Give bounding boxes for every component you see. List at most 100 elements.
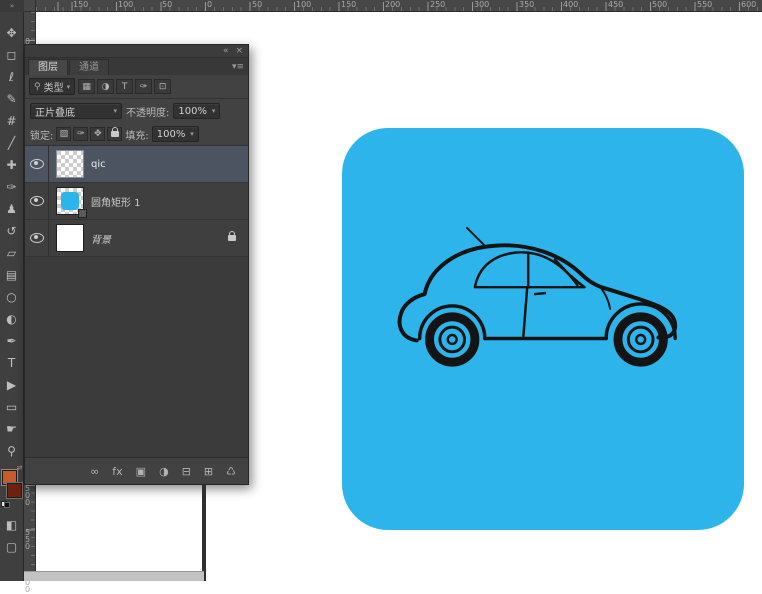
filter-icons: ▦◑T✑⊡ — [78, 79, 171, 94]
filter-adjustment-layers-icon[interactable]: ◑ — [97, 79, 114, 94]
quick-selection-tool[interactable]: ✎ — [1, 88, 23, 110]
visibility-toggle[interactable] — [25, 220, 49, 256]
crop-tool[interactable]: # — [1, 110, 23, 132]
eye-icon — [30, 159, 44, 169]
lock-all-button[interactable] — [107, 127, 122, 141]
blur-tool[interactable]: ○ — [1, 286, 23, 308]
ruler-label: 350 — [517, 0, 534, 9]
ruler-label: 150 — [71, 0, 88, 9]
eye-icon — [30, 233, 44, 243]
lock-position-button[interactable]: ✥ — [90, 127, 105, 141]
rectangular-marquee-tool[interactable]: ◻ — [1, 44, 23, 66]
lasso-tool[interactable]: ℓ — [1, 66, 23, 88]
horizontal-type-tool[interactable]: T — [1, 352, 23, 374]
background-lock-icon — [228, 233, 236, 244]
spot-healing-brush-tool[interactable]: ✚ — [1, 154, 23, 176]
eye-icon — [30, 196, 44, 206]
clone-stamp-tool[interactable]: ♟ — [1, 198, 23, 220]
pen-tool[interactable]: ✒ — [1, 330, 23, 352]
toolbar-header: » — [0, 0, 24, 12]
fill-dropdown[interactable]: 100% ▾ — [152, 126, 199, 142]
layer-thumbnail[interactable] — [56, 150, 84, 178]
blend-mode-dropdown[interactable]: 正片叠底 ▾ — [30, 103, 122, 119]
visibility-toggle[interactable] — [25, 146, 49, 182]
blend-row: 正片叠底 ▾ 不透明度: 100% ▾ — [25, 99, 248, 123]
layer-row-rounded-rectangle[interactable]: 圆角矩形 1 — [25, 183, 248, 220]
layer-name: 圆角矩形 1 — [91, 194, 141, 209]
door-handle — [535, 293, 545, 294]
dodge-tool[interactable]: ◐ — [1, 308, 23, 330]
history-brush-tool[interactable]: ↺ — [1, 220, 23, 242]
ruler-label: 450 — [606, 0, 623, 9]
tab-layers[interactable]: 图层 — [28, 59, 68, 75]
new-layer-button[interactable]: ⊞ — [204, 466, 213, 477]
ruler-label: 200 — [383, 0, 400, 9]
opacity-label: 不透明度: — [126, 104, 169, 119]
layer-name: 背景 — [91, 231, 111, 246]
layers-panel-bottom-bar: ∞ fx ▣ ◑ ⊟ ⊞ ♺ — [25, 457, 248, 484]
ruler-label: 150 — [339, 0, 356, 9]
lock-transparent-pixels-button[interactable]: ▨ — [56, 127, 71, 141]
ruler-label: 600 — [739, 0, 756, 9]
panel-menu-icon[interactable]: ▾≡ — [232, 62, 244, 72]
zoom-tool[interactable]: ⚲ — [1, 440, 23, 462]
ruler-label: 250 — [428, 0, 445, 9]
opacity-value: 100% — [178, 106, 207, 117]
add-layer-mask-button[interactable]: ▣ — [136, 466, 146, 477]
eyedropper-tool[interactable]: ╱ — [1, 132, 23, 154]
path-selection-tool[interactable]: ▶ — [1, 374, 23, 396]
ruler-label: 50 — [160, 0, 172, 9]
horizontal-scrollbar[interactable] — [24, 571, 204, 581]
toolbar-collapse-icon[interactable]: » — [10, 2, 14, 10]
chevron-down-icon: ▾ — [212, 107, 216, 115]
swap-colors-icon[interactable]: ⇄ — [17, 464, 23, 472]
vector-mask-badge — [78, 209, 87, 218]
filter-type-layers-icon[interactable]: T — [116, 79, 133, 94]
lock-image-pixels-button[interactable]: ✑ — [73, 127, 88, 141]
layer-style-button[interactable]: fx — [112, 466, 122, 477]
layer-thumbnail[interactable] — [56, 187, 84, 215]
close-panel-icon[interactable]: × — [235, 47, 243, 56]
brush-tool[interactable]: ✑ — [1, 176, 23, 198]
filter-shape-layers-icon[interactable]: ✑ — [135, 79, 152, 94]
chevron-down-icon: ▾ — [190, 130, 194, 138]
shape-layer-thumbnail-color — [61, 192, 79, 210]
layer-name: qic — [91, 159, 106, 170]
new-adjustment-layer-button[interactable]: ◑ — [159, 466, 169, 477]
panel-title-bar[interactable]: « × — [25, 45, 248, 58]
ruler-label: 100 — [116, 0, 133, 9]
panel-tabs: 图层 通道 ▾≡ — [25, 58, 248, 75]
tab-channels[interactable]: 通道 — [69, 59, 109, 75]
background-color-swatch[interactable] — [7, 483, 22, 498]
side-window — [475, 252, 585, 287]
gradient-tool[interactable]: ▤ — [1, 264, 23, 286]
quick-mask-button[interactable]: ◧ — [1, 514, 23, 536]
move-tool[interactable]: ✥ — [1, 22, 23, 44]
rounded-rectangle-canvas[interactable] — [342, 128, 744, 530]
default-colors-icon[interactable] — [1, 501, 10, 508]
filter-type-dropdown[interactable]: ⚲ 类型 ▾ — [29, 78, 75, 95]
layer-thumbnail[interactable] — [56, 224, 84, 252]
screen-mode-button[interactable]: ▢ — [1, 536, 23, 558]
filter-type-label: 类型 — [44, 79, 64, 94]
eraser-tool[interactable]: ▱ — [1, 242, 23, 264]
door-line — [523, 253, 528, 338]
link-layers-button[interactable]: ∞ — [90, 466, 99, 477]
layer-list: qic 圆角矩形 1 背景 — [25, 146, 248, 457]
opacity-dropdown[interactable]: 100% ▾ — [173, 103, 220, 119]
horizontal-ruler[interactable]: 1501005005010015020025030035040045050055… — [36, 0, 762, 12]
layer-row-qic[interactable]: qic — [25, 146, 248, 183]
fill-label: 填充: — [125, 127, 148, 142]
chevron-down-icon: ▾ — [67, 83, 71, 91]
delete-layer-button[interactable]: ♺ — [226, 466, 236, 477]
filter-smart-object-icon[interactable]: ⊡ — [154, 79, 171, 94]
collapse-panel-icon[interactable]: « — [223, 47, 229, 56]
rectangle-tool[interactable]: ▭ — [1, 396, 23, 418]
visibility-toggle[interactable] — [25, 183, 49, 219]
hand-tool[interactable]: ☛ — [1, 418, 23, 440]
ruler-origin[interactable] — [24, 0, 36, 12]
filter-pixel-layers-icon[interactable]: ▦ — [78, 79, 95, 94]
color-swatches: ⇄ — [1, 466, 23, 500]
new-group-button[interactable]: ⊟ — [182, 466, 191, 477]
layer-row-background[interactable]: 背景 — [25, 220, 248, 257]
